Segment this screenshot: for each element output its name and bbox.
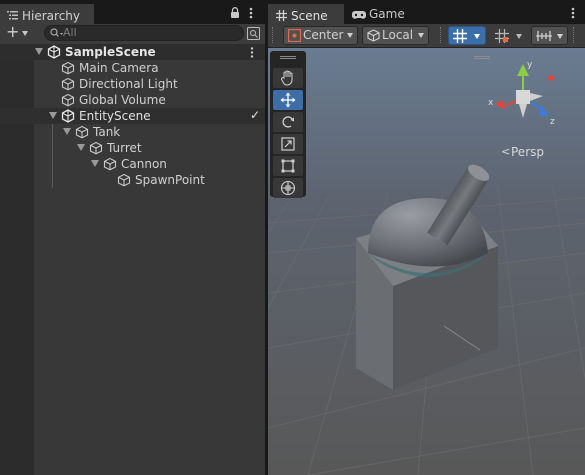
- persp-chevron-icon: <: [501, 145, 511, 158]
- tab-scene[interactable]: Scene: [268, 4, 344, 24]
- rect-transform-icon: [281, 159, 295, 173]
- gamepad-icon: [352, 11, 366, 19]
- move-arrows-icon: [280, 92, 296, 108]
- lock-icon[interactable]: [230, 7, 240, 19]
- expand-arrow-icon[interactable]: [77, 144, 85, 151]
- hierarchy-list-icon: [7, 11, 18, 20]
- chevron-down-icon: [557, 34, 563, 39]
- toolbar-grip: [573, 27, 577, 43]
- hierarchy-item-label: Global Volume: [79, 93, 166, 107]
- chevron-down-icon: [22, 31, 28, 36]
- hierarchy-item-entity-scene[interactable]: EntityScene ✓: [0, 108, 265, 124]
- hierarchy-item-turret[interactable]: Turret: [0, 140, 265, 156]
- scale-icon: [281, 137, 295, 151]
- scene-menu-icon[interactable]: [250, 47, 254, 59]
- move-tool-button[interactable]: [273, 90, 303, 110]
- expand-arrow-icon[interactable]: [35, 48, 43, 55]
- toolbar-grip: [272, 27, 277, 43]
- search-placeholder: All: [63, 26, 77, 39]
- scene-grid-icon: [276, 10, 287, 21]
- gizmo-label-y: y: [527, 60, 533, 70]
- hierarchy-item-global-volume[interactable]: Global Volume: [0, 92, 265, 108]
- search-by-type-icon[interactable]: [247, 27, 260, 40]
- toolbar-grip: [440, 27, 444, 43]
- snap-grid-icon: [495, 29, 509, 43]
- subscene-enabled-checkbox[interactable]: ✓: [250, 108, 260, 122]
- gameobject-cube-icon: [61, 77, 75, 91]
- hierarchy-tab-label: Hierarchy: [22, 9, 81, 23]
- rotate-icon: [282, 116, 294, 128]
- hierarchy-search-input[interactable]: All: [44, 25, 244, 41]
- unity-scene-icon: [61, 109, 75, 123]
- expand-arrow-icon[interactable]: [63, 128, 71, 135]
- hierarchy-item-label: Turret: [107, 141, 142, 155]
- tools-drag-handle[interactable]: [280, 56, 296, 57]
- hierarchy-item-tank[interactable]: Tank: [0, 124, 265, 140]
- hierarchy-item-directional-light[interactable]: Directional Light: [0, 76, 265, 92]
- local-space-cube-icon: [367, 29, 380, 42]
- scene-viewport[interactable]: y x z < Persp: [268, 48, 585, 475]
- hierarchy-item-label: SpawnPoint: [135, 173, 205, 187]
- gizmo-label-x: x: [488, 98, 494, 108]
- pivot-center-icon: [288, 29, 301, 42]
- gameobject-cube-icon: [103, 157, 117, 171]
- hierarchy-item-spawn-point[interactable]: SpawnPoint: [0, 172, 265, 188]
- kebab-menu-icon[interactable]: [249, 7, 253, 19]
- grid-icon: [453, 29, 467, 43]
- tab-label: Game: [369, 7, 405, 21]
- view-tool-button[interactable]: [273, 68, 303, 88]
- rotate-tool-button[interactable]: [273, 112, 303, 132]
- transform-tools-overlay: [270, 51, 306, 198]
- rect-tool-button[interactable]: [273, 156, 303, 176]
- tab-label: Scene: [291, 9, 328, 23]
- transform-all-icon: [280, 180, 296, 196]
- scene-name: SampleScene: [65, 45, 156, 59]
- hierarchy-item-label: Directional Light: [79, 77, 178, 91]
- hierarchy-item-label: Cannon: [121, 157, 167, 171]
- orientation-gizmo[interactable]: y x z: [483, 58, 563, 130]
- hierarchy-tab[interactable]: Hierarchy: [0, 4, 94, 24]
- add-dropdown-button[interactable]: +: [4, 22, 34, 42]
- gameobject-cube-icon: [75, 125, 89, 139]
- hierarchy-item-main-camera[interactable]: Main Camera: [0, 60, 265, 76]
- scene-root-row[interactable]: SampleScene: [0, 44, 265, 60]
- pivot-mode-dropdown[interactable]: Center: [283, 26, 358, 45]
- hierarchy-item-cannon[interactable]: Cannon: [0, 156, 265, 172]
- scale-tool-button[interactable]: [273, 134, 303, 154]
- gameobject-cube-icon: [61, 93, 75, 107]
- hierarchy-item-label: Tank: [93, 125, 121, 139]
- gameobject-cube-icon: [61, 61, 75, 75]
- gizmo-drag-handle[interactable]: [474, 56, 490, 57]
- pivot-rotation-label: Local: [382, 28, 414, 42]
- chevron-down-icon: [347, 33, 353, 38]
- kebab-menu-icon[interactable]: [571, 7, 575, 19]
- gameobject-cube-icon: [89, 141, 103, 155]
- grid-visibility-toggle[interactable]: [448, 26, 486, 45]
- persp-label: Persp: [511, 145, 544, 159]
- hierarchy-item-label: EntityScene: [79, 109, 151, 123]
- transform-tool-button[interactable]: [273, 178, 303, 198]
- grid-snap-toggle[interactable]: [490, 26, 528, 45]
- unity-scene-icon: [47, 45, 61, 59]
- expand-arrow-icon[interactable]: [91, 160, 99, 167]
- pivot-rotation-dropdown[interactable]: Local: [362, 26, 429, 45]
- gizmo-label-z: z: [550, 117, 555, 127]
- chevron-down-icon: [474, 34, 480, 39]
- search-icon: [50, 28, 63, 37]
- tab-game[interactable]: Game: [346, 4, 410, 24]
- hierarchy-item-label: Main Camera: [79, 61, 159, 75]
- add-plus-label: +: [6, 22, 20, 41]
- gameobject-cube-icon: [117, 173, 131, 187]
- pivot-mode-label: Center: [303, 28, 344, 42]
- perspective-toggle[interactable]: < Persp: [501, 145, 561, 161]
- chevron-down-icon: [516, 34, 522, 39]
- hand-icon: [281, 70, 293, 86]
- increment-snap-dropdown[interactable]: [531, 26, 568, 45]
- chevron-down-icon: [418, 33, 424, 38]
- expand-arrow-icon[interactable]: [49, 112, 57, 119]
- ruler-snap-icon: [536, 31, 552, 41]
